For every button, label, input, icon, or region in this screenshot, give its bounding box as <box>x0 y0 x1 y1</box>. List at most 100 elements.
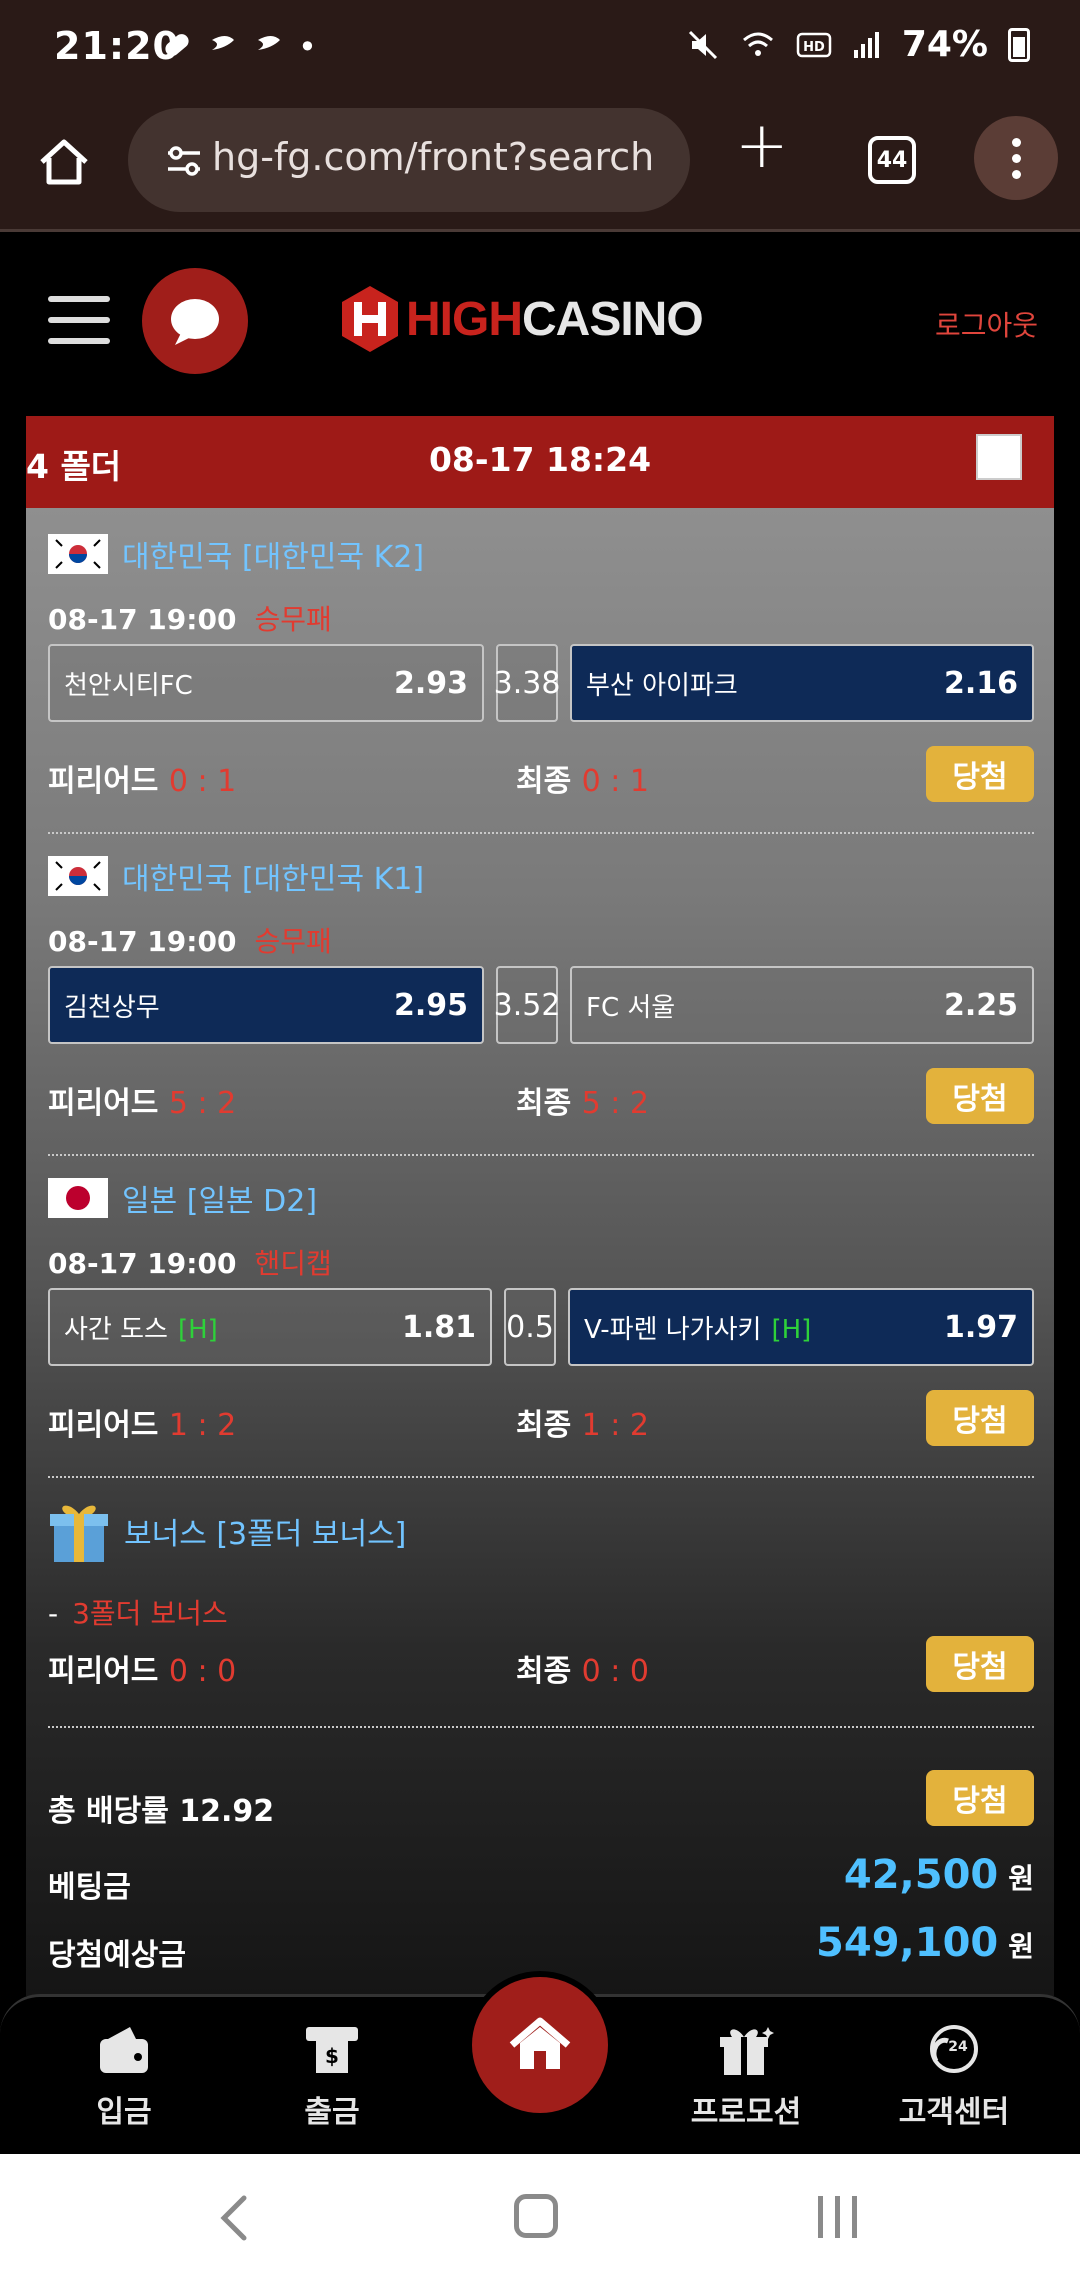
site-logo[interactable]: HIGHCASINO <box>340 284 704 354</box>
home-odds-button[interactable]: 사간 도스 [H] 1.81 <box>48 1288 492 1366</box>
draw-odds-button[interactable]: 3.52 <box>493 966 561 1044</box>
wallet-icon <box>100 2027 148 2073</box>
mute-icon <box>688 30 717 59</box>
new-tab-button[interactable]: + <box>735 114 789 178</box>
bet-summary: 총 배당률 12.92 당첨 베팅금 42,500 원 당첨예상금 549,100… <box>48 1770 1034 1990</box>
nav-deposit[interactable]: 입금 <box>54 2021 194 2131</box>
wifi-icon <box>742 32 773 56</box>
win-badge[interactable]: 당첨 <box>926 1068 1034 1124</box>
more-notifications-dot: • <box>298 28 317 66</box>
final-score: 1 : 2 <box>581 1408 650 1443</box>
total-odds: 총 배당률 12.92 <box>48 1794 275 1829</box>
final-score: 0 : 1 <box>581 764 650 799</box>
away-odds: 1.97 <box>943 1309 1018 1345</box>
divider <box>48 832 1034 834</box>
wind-icon <box>212 36 234 50</box>
period-label: 피리어드 <box>48 1408 159 1443</box>
total-win-badge[interactable]: 당첨 <box>926 1770 1034 1826</box>
hd-icon: HD <box>796 32 832 57</box>
bet-datetime: 08-17 18:24 <box>428 440 652 479</box>
hamburger-menu-icon[interactable] <box>48 296 110 344</box>
match-time: 08-17 19:00 <box>48 925 237 958</box>
period-score: 5 : 2 <box>168 1086 237 1121</box>
svg-text:HD: HD <box>803 40 825 55</box>
home-button[interactable] <box>466 1971 614 2119</box>
divider <box>48 1154 1034 1156</box>
browser-menu-button[interactable] <box>974 116 1058 200</box>
svg-text:24: 24 <box>948 2039 968 2055</box>
match-time: 08-17 19:00 <box>48 603 237 636</box>
chat-button[interactable] <box>142 268 248 374</box>
home-odds: 1.81 <box>401 1309 476 1345</box>
match-item: 일본 [일본 D2] 08-17 19:00 핸디캡 사간 도스 [H] 1.81 0… <box>48 1176 1034 1486</box>
tab-switcher-button[interactable]: 44 <box>868 136 916 184</box>
bet-type: 핸디캡 <box>254 1247 332 1280</box>
draw-odds: 3.52 <box>493 987 561 1023</box>
period-score: 0 : 1 <box>168 764 237 799</box>
chat-bubble-icon <box>171 299 219 345</box>
away-odds-button[interactable]: V-파렌 나가사키 [H] 1.97 <box>568 1288 1034 1366</box>
draw-odds-button[interactable]: 3.38 <box>493 644 561 722</box>
period-label: 피리어드 <box>48 1654 159 1689</box>
recent-apps-icon[interactable] <box>818 2196 857 2238</box>
bet-type: 승무패 <box>254 603 332 636</box>
win-badge[interactable]: 당첨 <box>926 1636 1034 1692</box>
away-odds: 2.16 <box>943 665 1018 701</box>
back-icon[interactable] <box>214 2194 254 2242</box>
home-odds-button[interactable]: 천안시티FC 2.93 <box>48 644 484 722</box>
handicap-line-button[interactable]: 0.5 <box>504 1288 556 1366</box>
home-team: 천안시티FC <box>64 670 193 701</box>
bonus-dash: - <box>48 1597 59 1630</box>
match-time: 08-17 19:00 <box>48 1247 237 1280</box>
home-odds-button[interactable]: 김천상무 2.95 <box>48 966 484 1044</box>
final-score: 5 : 2 <box>581 1086 650 1121</box>
away-odds-button[interactable]: FC 서울 2.25 <box>570 966 1034 1044</box>
period-score: 1 : 2 <box>168 1408 237 1443</box>
nav-support[interactable]: 24 고객센터 <box>884 2021 1024 2131</box>
divider <box>48 1726 1034 1728</box>
site-header: HIGHCASINO 로그아웃 <box>0 232 1080 412</box>
win-badge[interactable]: 당첨 <box>926 1390 1034 1446</box>
system-home-icon[interactable] <box>514 2194 558 2238</box>
away-odds: 2.25 <box>943 987 1018 1023</box>
draw-odds: 3.38 <box>493 665 561 701</box>
period-score: 0 : 0 <box>168 1654 237 1689</box>
home-team: 김천상무 <box>64 992 160 1023</box>
bonus-name: 3폴더 보너스 <box>72 1597 228 1630</box>
gift-icon <box>50 1505 108 1562</box>
system-icons: HD 74% <box>686 24 1030 65</box>
nav-promotion[interactable]: 프로모션 <box>676 2021 816 2131</box>
final-score: 0 : 0 <box>581 1654 650 1689</box>
away-odds-button[interactable]: 부산 아이파크 2.16 <box>570 644 1034 722</box>
nav-withdraw[interactable]: $ 출금 <box>262 2021 402 2131</box>
svg-text:$: $ <box>325 2044 339 2068</box>
stake-value: 42,500 <box>843 1852 999 1898</box>
logo-casino: CASINO <box>522 292 704 346</box>
logo-h-icon <box>342 286 398 352</box>
browser-toolbar: hg-fg.com/front?search + 44 <box>0 100 1080 232</box>
handicap-mark: [H] <box>177 1314 218 1345</box>
logout-link[interactable]: 로그아웃 <box>935 304 1038 344</box>
logo-high: HIGH <box>406 292 523 346</box>
stake-label: 베팅금 <box>48 1870 131 1905</box>
period-label: 피리어드 <box>48 764 159 799</box>
home-odds: 2.95 <box>393 987 468 1023</box>
atm-icon: $ <box>306 2027 358 2073</box>
final-label: 최종 <box>516 764 572 799</box>
japan-flag-icon <box>48 1178 108 1218</box>
select-checkbox[interactable] <box>976 434 1022 480</box>
period-label: 피리어드 <box>48 1086 159 1121</box>
browser-home-icon[interactable] <box>36 134 92 190</box>
signal-icon <box>853 31 879 58</box>
nav-support-label: 고객센터 <box>898 2095 1010 2130</box>
url-text[interactable]: hg-fg.com/front?search <box>212 135 672 179</box>
support-24-icon: 24 <box>930 2025 978 2073</box>
final-label: 최종 <box>516 1654 572 1689</box>
win-badge[interactable]: 당첨 <box>926 746 1034 802</box>
bonus-title: 보너스 [3폴더 보너스] <box>124 1517 407 1552</box>
battery-percent: 74% <box>901 24 988 65</box>
expected-currency: 원 <box>1008 1930 1034 1963</box>
address-bar[interactable]: hg-fg.com/front?search <box>128 108 690 212</box>
site-settings-icon[interactable] <box>164 144 204 178</box>
handicap-mark: [H] <box>771 1314 812 1345</box>
